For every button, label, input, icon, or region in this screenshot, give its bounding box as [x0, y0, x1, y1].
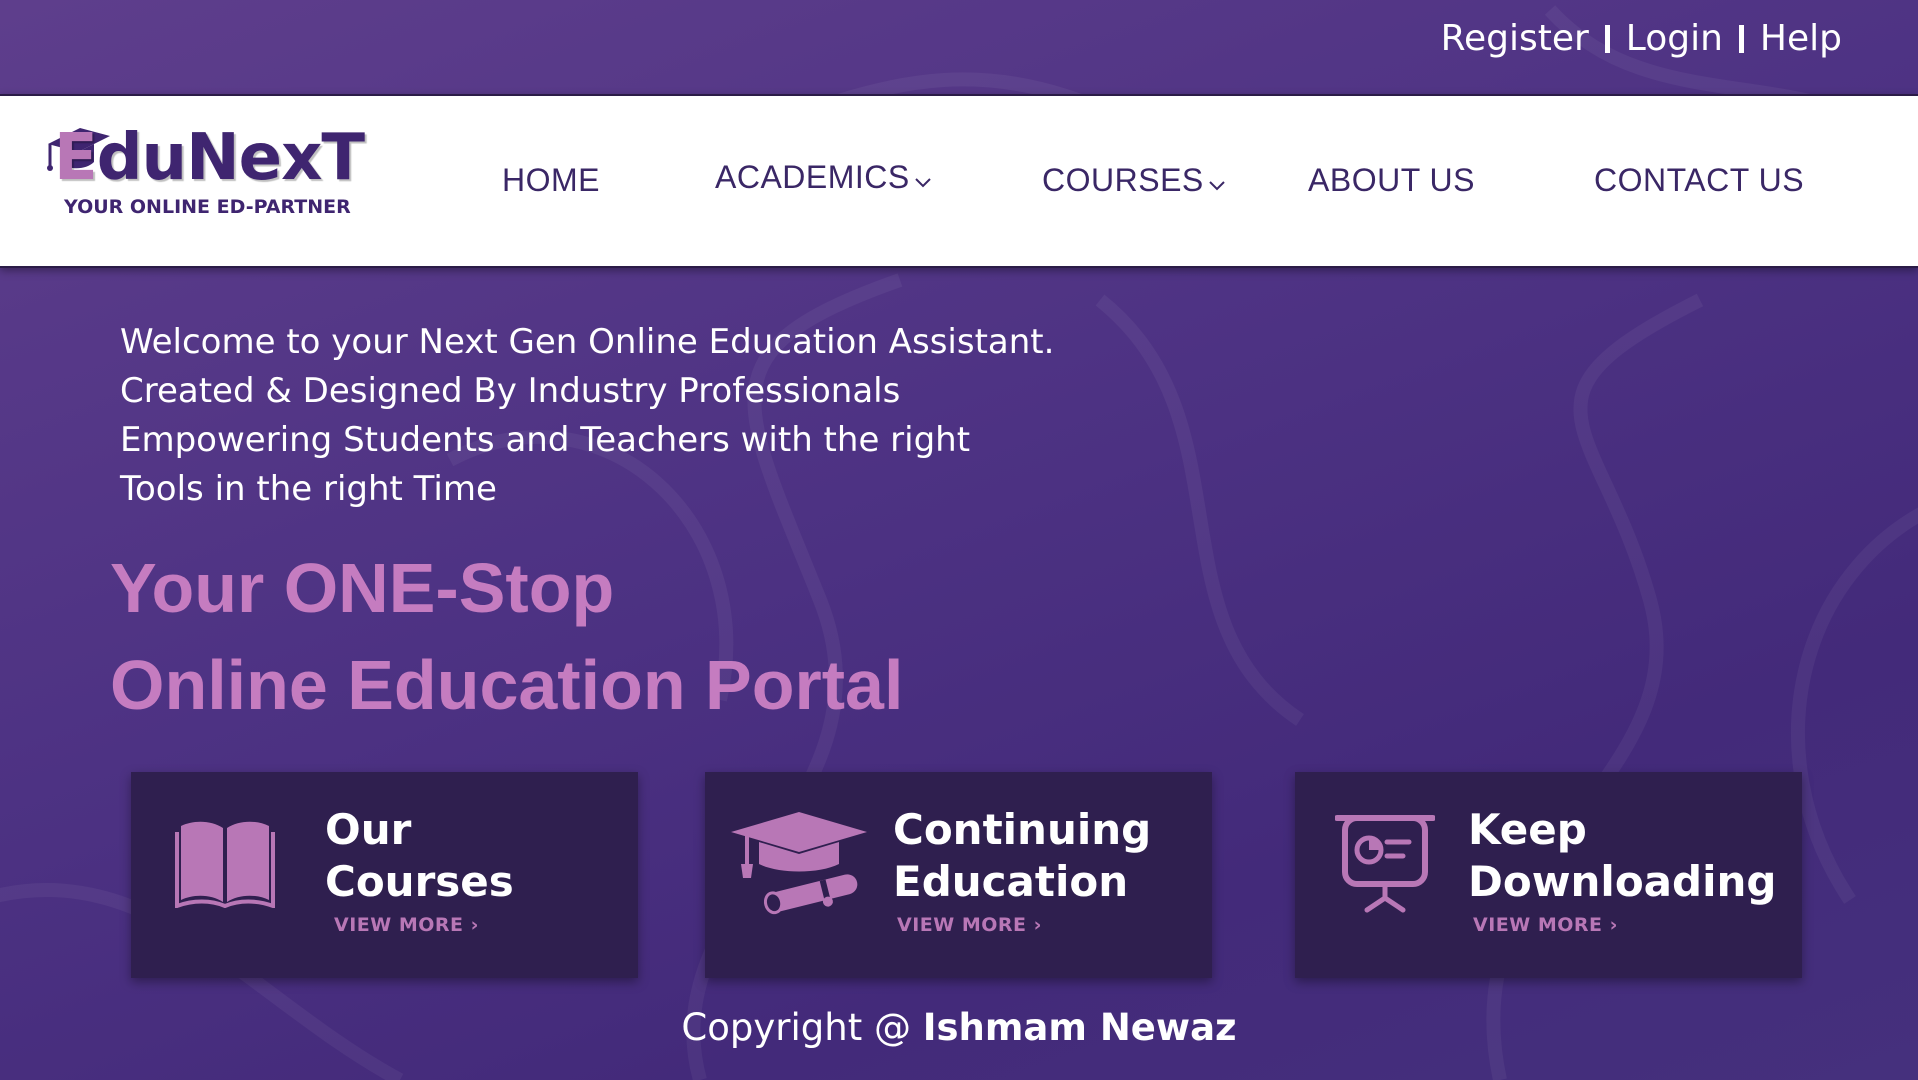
- footer-copyright: Copyright @ Ishmam Newaz: [0, 1006, 1918, 1049]
- nav-academics-label: ACADEMICS: [715, 159, 910, 195]
- nav-contact-label: CONTACT US: [1594, 162, 1805, 198]
- nav-academics[interactable]: ACADEMICS: [715, 159, 932, 198]
- book-icon: [175, 816, 275, 912]
- copyright-author: Ishmam Newaz: [922, 1006, 1237, 1049]
- nav-courses[interactable]: COURSES: [1042, 162, 1226, 201]
- card-title: Our Courses: [325, 804, 514, 908]
- card-title: Keep Downloading: [1468, 804, 1776, 908]
- copyright-prefix: Copyright @: [681, 1006, 923, 1049]
- nav-home[interactable]: HOME: [502, 162, 600, 199]
- card-title-line: Continuing: [893, 805, 1152, 854]
- nav-contact-us[interactable]: CONTACT US: [1594, 162, 1804, 199]
- intro-line: Empowering Students and Teachers with th…: [120, 420, 971, 460]
- login-link[interactable]: Login: [1626, 18, 1723, 59]
- card-title-line: Courses: [325, 857, 514, 906]
- card-continuing-education[interactable]: Continuing Education VIEW MORE ›: [705, 772, 1212, 978]
- card-keep-downloading[interactable]: Keep Downloading VIEW MORE ›: [1295, 772, 1802, 978]
- card-title-line: Education: [893, 857, 1129, 906]
- intro-line: Tools in the right Time: [120, 469, 497, 509]
- chevron-down-icon: [914, 161, 932, 198]
- nav-courses-label: COURSES: [1042, 162, 1204, 198]
- chevron-right-icon: ›: [1033, 914, 1042, 936]
- link-separator: [1604, 24, 1610, 53]
- view-more-label: VIEW MORE: [1473, 914, 1603, 936]
- nav-about-us[interactable]: ABOUT US: [1308, 162, 1475, 199]
- intro-line: Created & Designed By Industry Professio…: [120, 371, 901, 411]
- headline-line-2: Online Education Portal: [110, 646, 904, 724]
- logo-wordmark: EduNexT: [54, 126, 365, 190]
- card-title-line: Our: [325, 805, 412, 854]
- account-links: Register Login Help: [1441, 18, 1842, 59]
- nav-about-label: ABOUT US: [1308, 162, 1475, 198]
- headline-line-1: Your ONE-Stop: [110, 549, 615, 627]
- card-our-courses[interactable]: Our Courses VIEW MORE ›: [131, 772, 638, 978]
- link-separator: [1738, 24, 1744, 53]
- chevron-right-icon: ›: [1609, 914, 1618, 936]
- help-link[interactable]: Help: [1760, 18, 1842, 59]
- chevron-right-icon: ›: [470, 914, 479, 936]
- top-bar: Register Login Help: [0, 0, 1918, 94]
- nav-home-label: HOME: [502, 162, 600, 198]
- card-title-line: Downloading: [1468, 857, 1777, 906]
- view-more-label: VIEW MORE: [897, 914, 1027, 936]
- view-more-link[interactable]: VIEW MORE ›: [897, 914, 1042, 936]
- intro-line: Welcome to your Next Gen Online Educatio…: [120, 322, 1055, 362]
- view-more-link[interactable]: VIEW MORE ›: [334, 914, 479, 936]
- view-more-label: VIEW MORE: [334, 914, 464, 936]
- main-navbar: EduNexT YOUR ONLINE ED-PARTNER HOME ACAD…: [0, 94, 1918, 268]
- hero-headline: Your ONE-Stop Online Education Portal: [110, 540, 903, 734]
- view-more-link[interactable]: VIEW MORE ›: [1473, 914, 1618, 936]
- chevron-down-icon: [1208, 164, 1226, 201]
- presentation-board-icon: [1334, 812, 1436, 920]
- logo-tagline: YOUR ONLINE ED-PARTNER: [64, 196, 351, 218]
- intro-text: Welcome to your Next Gen Online Educatio…: [120, 318, 1054, 514]
- logo-letter-e: E: [54, 121, 98, 195]
- site-logo[interactable]: EduNexT YOUR ONLINE ED-PARTNER: [40, 126, 365, 236]
- logo-name-rest: duNexT: [96, 121, 365, 195]
- card-title: Continuing Education: [893, 804, 1151, 908]
- card-title-line: Keep: [1468, 805, 1587, 854]
- register-link[interactable]: Register: [1441, 18, 1589, 59]
- graduation-cap-icon: [729, 812, 869, 920]
